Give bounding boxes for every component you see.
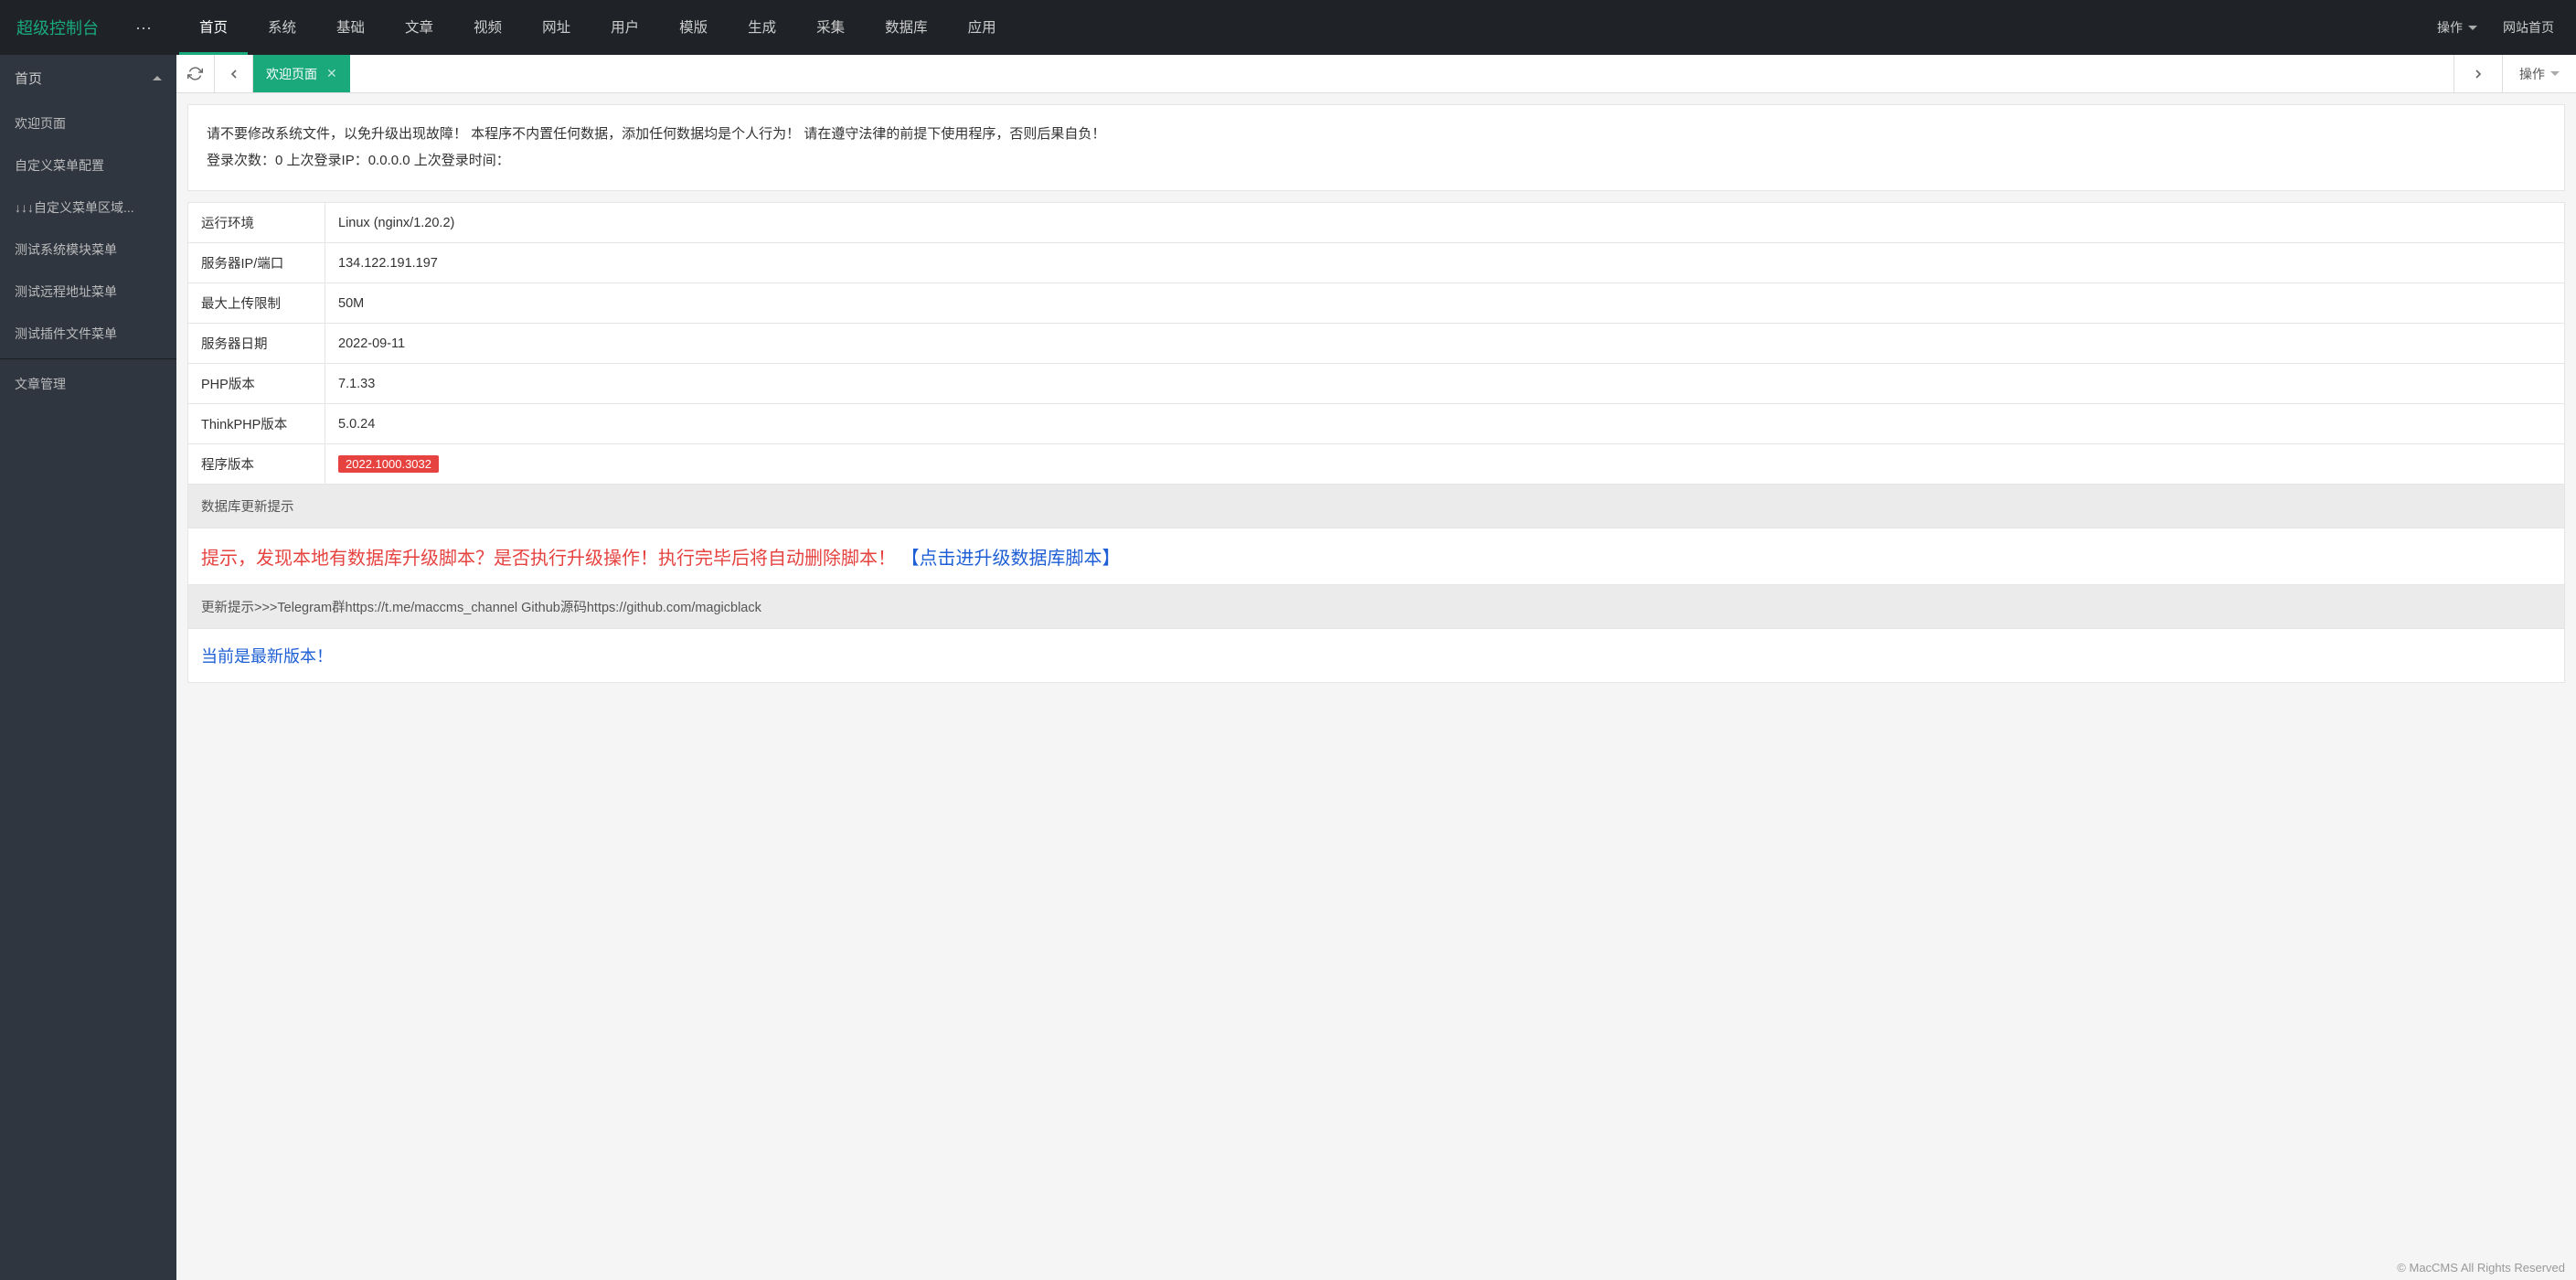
nav-item-10[interactable]: 数据库 <box>865 0 948 55</box>
nav-item-5[interactable]: 网址 <box>522 0 591 55</box>
row-label: 程序版本 <box>188 444 325 485</box>
footer-copyright: © MacCMS All Rights Reserved <box>2397 1261 2565 1275</box>
table-row: 最大上传限制50M <box>188 283 2565 324</box>
notice-box: 请不要修改系统文件，以免升级出现故障！ 本程序不内置任何数据，添加任何数据均是个… <box>187 104 2565 191</box>
tab-bar: 欢迎页面 ✕ 操作 <box>176 55 2576 93</box>
sidebar-item-0[interactable]: 欢迎页面 <box>0 102 176 144</box>
sidebar-item-1[interactable]: 自定义菜单配置 <box>0 144 176 187</box>
caret-down-icon <box>2550 71 2560 76</box>
notice-login-info: 登录次数：0 上次登录IP：0.0.0.0 上次登录时间： <box>207 148 2546 175</box>
nav-item-8[interactable]: 生成 <box>728 0 796 55</box>
nav-item-0[interactable]: 首页 <box>179 0 248 55</box>
nav-item-11[interactable]: 应用 <box>948 0 1017 55</box>
row-value: 50M <box>325 283 2565 324</box>
action-label: 操作 <box>2437 18 2463 37</box>
sidebar-header-label: 首页 <box>15 69 42 88</box>
top-header: 超级控制台 ··· 首页系统基础文章视频网址用户模版生成采集数据库应用 操作 网… <box>0 0 2576 55</box>
row-value: 2022-09-11 <box>325 324 2565 364</box>
row-value: 2022.1000.3032 <box>325 444 2565 485</box>
page-content: 请不要修改系统文件，以免升级出现故障！ 本程序不内置任何数据，添加任何数据均是个… <box>176 93 2576 1280</box>
refresh-button[interactable] <box>176 55 215 92</box>
sidebar: 首页 欢迎页面自定义菜单配置↓↓↓自定义菜单区域...测试系统模块菜单测试远程地… <box>0 55 176 1280</box>
row-label: 运行环境 <box>188 203 325 243</box>
row-value: 134.122.191.197 <box>325 243 2565 283</box>
info-table: 运行环境Linux (nginx/1.20.2)服务器IP/端口134.122.… <box>187 202 2565 485</box>
back-button[interactable] <box>215 55 253 92</box>
db-update-body: 提示，发现本地有数据库升级脚本？是否执行升级操作！执行完毕后将自动删除脚本！ 【… <box>187 528 2565 585</box>
row-label: 服务器日期 <box>188 324 325 364</box>
refresh-icon <box>187 66 203 81</box>
nav-item-7[interactable]: 模版 <box>659 0 728 55</box>
tab-action-dropdown[interactable]: 操作 <box>2502 55 2576 92</box>
close-icon[interactable]: ✕ <box>326 66 337 81</box>
sidebar-item-3[interactable]: 测试系统模块菜单 <box>0 229 176 271</box>
sidebar-bottom-item-0[interactable]: 文章管理 <box>0 363 176 405</box>
update-tip-header: 更新提示>>>Telegram群https://t.me/maccms_chan… <box>187 585 2565 629</box>
caret-down-icon <box>2468 26 2477 30</box>
tab-label: 欢迎页面 <box>266 65 317 83</box>
nav-item-3[interactable]: 文章 <box>385 0 453 55</box>
nav-item-6[interactable]: 用户 <box>591 0 659 55</box>
update-tip-body: 当前是最新版本！ <box>187 629 2565 683</box>
sidebar-divider <box>0 358 176 359</box>
row-value: 5.0.24 <box>325 404 2565 444</box>
row-value: Linux (nginx/1.20.2) <box>325 203 2565 243</box>
row-label: PHP版本 <box>188 364 325 404</box>
row-label: 最大上传限制 <box>188 283 325 324</box>
site-home-link[interactable]: 网站首页 <box>2503 18 2554 37</box>
version-badge: 2022.1000.3032 <box>338 455 439 473</box>
nav-item-2[interactable]: 基础 <box>316 0 385 55</box>
table-row: 服务器日期2022-09-11 <box>188 324 2565 364</box>
tab-welcome[interactable]: 欢迎页面 ✕ <box>253 55 350 92</box>
sidebar-item-5[interactable]: 测试插件文件菜单 <box>0 313 176 355</box>
table-row: ThinkPHP版本5.0.24 <box>188 404 2565 444</box>
more-icon[interactable]: ··· <box>108 18 179 37</box>
logo: 超级控制台 <box>7 16 108 39</box>
content-area: 欢迎页面 ✕ 操作 请不要修改系统文件，以免升级出现故障！ 本程序不内置任何数据… <box>176 55 2576 1280</box>
chevron-left-icon <box>227 67 241 81</box>
db-update-header: 数据库更新提示 <box>187 485 2565 528</box>
update-latest-text: 当前是最新版本！ <box>201 647 333 666</box>
next-button[interactable] <box>2454 55 2502 92</box>
sidebar-header[interactable]: 首页 <box>0 55 176 102</box>
notice-line1: 请不要修改系统文件，以免升级出现故障！ 本程序不内置任何数据，添加任何数据均是个… <box>207 122 2546 148</box>
action-dropdown[interactable]: 操作 <box>2437 18 2477 37</box>
caret-up-icon <box>153 76 162 80</box>
sidebar-item-4[interactable]: 测试远程地址菜单 <box>0 271 176 313</box>
row-label: 服务器IP/端口 <box>188 243 325 283</box>
chevron-right-icon <box>2471 67 2486 81</box>
nav-item-1[interactable]: 系统 <box>248 0 316 55</box>
nav-item-4[interactable]: 视频 <box>453 0 522 55</box>
table-row: 程序版本 2022.1000.3032 <box>188 444 2565 485</box>
row-value: 7.1.33 <box>325 364 2565 404</box>
top-nav: 首页系统基础文章视频网址用户模版生成采集数据库应用 <box>179 0 1017 55</box>
header-right-actions: 操作 网站首页 <box>2437 18 2565 37</box>
db-update-warn: 提示，发现本地有数据库升级脚本？是否执行升级操作！执行完毕后将自动删除脚本！ <box>201 549 901 569</box>
table-row: 服务器IP/端口134.122.191.197 <box>188 243 2565 283</box>
tab-action-label: 操作 <box>2519 65 2545 83</box>
row-label: ThinkPHP版本 <box>188 404 325 444</box>
sidebar-item-2[interactable]: ↓↓↓自定义菜单区域... <box>0 187 176 229</box>
table-row: PHP版本7.1.33 <box>188 364 2565 404</box>
table-row: 运行环境Linux (nginx/1.20.2) <box>188 203 2565 243</box>
nav-item-9[interactable]: 采集 <box>796 0 865 55</box>
db-update-link[interactable]: 【点击进升级数据库脚本】 <box>901 549 1121 569</box>
